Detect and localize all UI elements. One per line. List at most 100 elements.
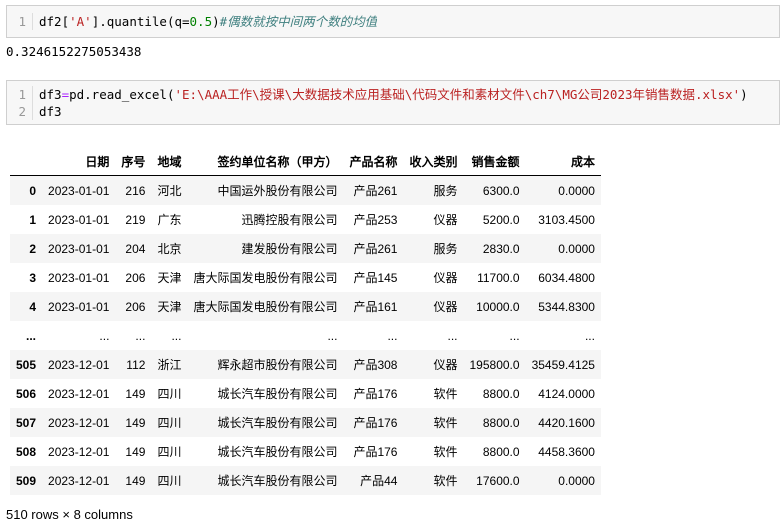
table-cell: 服务 (433, 184, 458, 198)
code-string-token: 'E:\AAA工作\授课\大数据技术应用基础\代码文件和素材文件\ch7\MG公… (174, 87, 741, 102)
table-row: 505 2023-12-01 112 浙江 辉永超市股份有限公司 产品308 仪器 19580… (10, 350, 601, 379)
table-cell: 216 (125, 183, 146, 198)
table-row: 507 2023-12-01 149 四川 城长汽车股份有限公司 产品176 软件 8800.… (10, 408, 601, 437)
table-cell: 10000.0 (476, 299, 520, 314)
table-cell: 四川 (157, 387, 182, 401)
row-index: 2 (29, 241, 37, 256)
column-header: 日期 (42, 147, 116, 176)
row-index: 0 (29, 183, 37, 198)
table-cell: 2023-12-01 (48, 415, 110, 430)
table-row: 0 2023-01-01 216 河北 中国运外股份有限公司 产品261 服务 6300.0 0… (10, 175, 601, 205)
table-cell: 4458.3600 (538, 444, 595, 459)
row-index: 1 (29, 212, 37, 227)
table-header-row: 日期 序号 地域 签约单位名称（甲方） 产品名称 收入类别 销售金额 成本 (10, 147, 601, 176)
table-row: 509 2023-12-01 149 四川 城长汽车股份有限公司 产品44 软件 17600.… (10, 466, 601, 495)
table-cell: 11700.0 (477, 270, 520, 285)
table-cell: 仪器 (433, 358, 458, 372)
code-cell-1[interactable]: 1 df2['A'].quantile(q=0.5)#偶数就按中间两个数的均值 (6, 5, 780, 38)
table-cell: 5344.8300 (538, 299, 595, 314)
table-cell: 4420.1600 (538, 415, 595, 430)
table-cell: 产品253 (353, 213, 398, 227)
code-token: ].quantile(q= (91, 14, 190, 29)
table-cell: 3103.4500 (538, 212, 595, 227)
table-cell: 唐大际国发电股份有限公司 (193, 271, 338, 285)
line-number: 1 (7, 86, 33, 103)
table-cell: 北京 (157, 242, 182, 256)
code-token: df3 (39, 87, 62, 102)
table-cell: 仪器 (433, 271, 458, 285)
table-cell: 204 (125, 241, 146, 256)
table-cell: 四川 (157, 474, 182, 488)
table-row: 2 2023-01-01 204 北京 建发股份有限公司 产品261 服务 2830.0 0.0… (10, 234, 601, 263)
table-cell: 唐大际国发电股份有限公司 (193, 300, 338, 314)
table-cell: 35459.4125 (531, 357, 595, 372)
dataframe-shape-footer: 510 rows × 8 columns (6, 507, 133, 522)
table-cell: 219 (125, 212, 146, 227)
code-text: df3 (39, 104, 62, 119)
table-row: 3 2023-01-01 206 天津 唐大际国发电股份有限公司 产品145 仪器 11700… (10, 263, 601, 292)
table-cell: ... (447, 328, 458, 343)
column-header: 签约单位名称（甲方） (187, 147, 344, 176)
table-cell: 2830.0 (482, 241, 520, 256)
table-row: 1 2023-01-01 219 广东 迅腾控股有限公司 产品253 仪器 5200.0 310… (10, 205, 601, 234)
table-cell: ... (327, 328, 338, 343)
code-number-token: 0.5 (189, 14, 213, 29)
table-cell: 河北 (157, 184, 182, 198)
code-cell-2[interactable]: 1 df3=pd.read_excel('E:\AAA工作\授课\大数据技术应用… (6, 80, 780, 125)
code-string-token: 'A' (69, 14, 92, 29)
table-cell: 206 (125, 299, 146, 314)
dataframe-table: 日期 序号 地域 签约单位名称（甲方） 产品名称 收入类别 销售金额 成本 02… (10, 147, 601, 495)
table-cell: 软件 (433, 387, 458, 401)
table-row: 4 2023-01-01 206 天津 唐大际国发电股份有限公司 产品161 仪器 10000… (10, 292, 601, 321)
table-cell: 2023-01-01 (48, 212, 110, 227)
table-cell: 0.0000 (558, 183, 595, 198)
table-cell: 辉永超市股份有限公司 (217, 358, 338, 372)
table-cell: 2023-01-01 (48, 183, 110, 198)
table-cell: 服务 (433, 242, 458, 256)
table-cell: 17600.0 (476, 473, 520, 488)
table-row: 508 2023-12-01 149 四川 城长汽车股份有限公司 产品176 软件 8800.… (10, 437, 601, 466)
table-cell: 软件 (433, 416, 458, 430)
table-cell: 仪器 (433, 300, 458, 314)
row-index: ... (26, 328, 37, 343)
table-cell: 2023-01-01 (48, 241, 110, 256)
table-cell: 4124.0000 (538, 386, 595, 401)
table-row: ........................... (10, 321, 601, 350)
table-cell: ... (135, 328, 146, 343)
cell-1-output: 0.3246152275053438 (6, 44, 142, 59)
table-cell: ... (99, 328, 110, 343)
code-line-1: 1 df3=pd.read_excel('E:\AAA工作\授课\大数据技术应用… (7, 86, 779, 103)
row-index: 505 (16, 357, 37, 372)
line-number: 1 (7, 13, 33, 30)
row-index: 509 (16, 473, 37, 488)
table-cell: 2023-01-01 (48, 270, 110, 285)
code-text: df2['A'].quantile(q=0.5)#偶数就按中间两个数的均值 (33, 13, 377, 30)
code-token: pd.read_excel( (69, 87, 175, 102)
row-index: 508 (16, 444, 37, 459)
row-index: 4 (29, 299, 37, 314)
table-cell: 2023-12-01 (48, 473, 110, 488)
column-header (10, 147, 43, 176)
column-header: 地域 (151, 147, 188, 176)
code-token: ) (212, 14, 220, 29)
table-cell: 产品44 (360, 474, 398, 488)
table-cell: 149 (125, 386, 146, 401)
table-cell: 8800.0 (482, 444, 520, 459)
table-cell: 2023-12-01 (48, 444, 110, 459)
table-cell: 149 (125, 444, 146, 459)
table-cell: 迅腾控股有限公司 (241, 213, 338, 227)
row-index: 3 (29, 270, 37, 285)
table-cell: 城长汽车股份有限公司 (217, 445, 338, 459)
code-text: df3=pd.read_excel('E:\AAA工作\授课\大数据技术应用基础… (33, 86, 748, 103)
table-cell: 软件 (433, 474, 458, 488)
table-row: 506 2023-12-01 149 四川 城长汽车股份有限公司 产品176 软件 8800.… (10, 379, 601, 408)
column-header: 产品名称 (343, 147, 404, 176)
code-comment-token: #偶数就按中间两个数的均值 (219, 14, 378, 29)
code-token: ) (740, 87, 748, 102)
table-cell: 城长汽车股份有限公司 (217, 416, 338, 430)
code-operator-token: = (61, 87, 70, 102)
table-cell: 仪器 (433, 213, 458, 227)
table-cell: 112 (126, 357, 146, 372)
table-cell: ... (509, 328, 520, 343)
table-cell: 广东 (157, 213, 182, 227)
